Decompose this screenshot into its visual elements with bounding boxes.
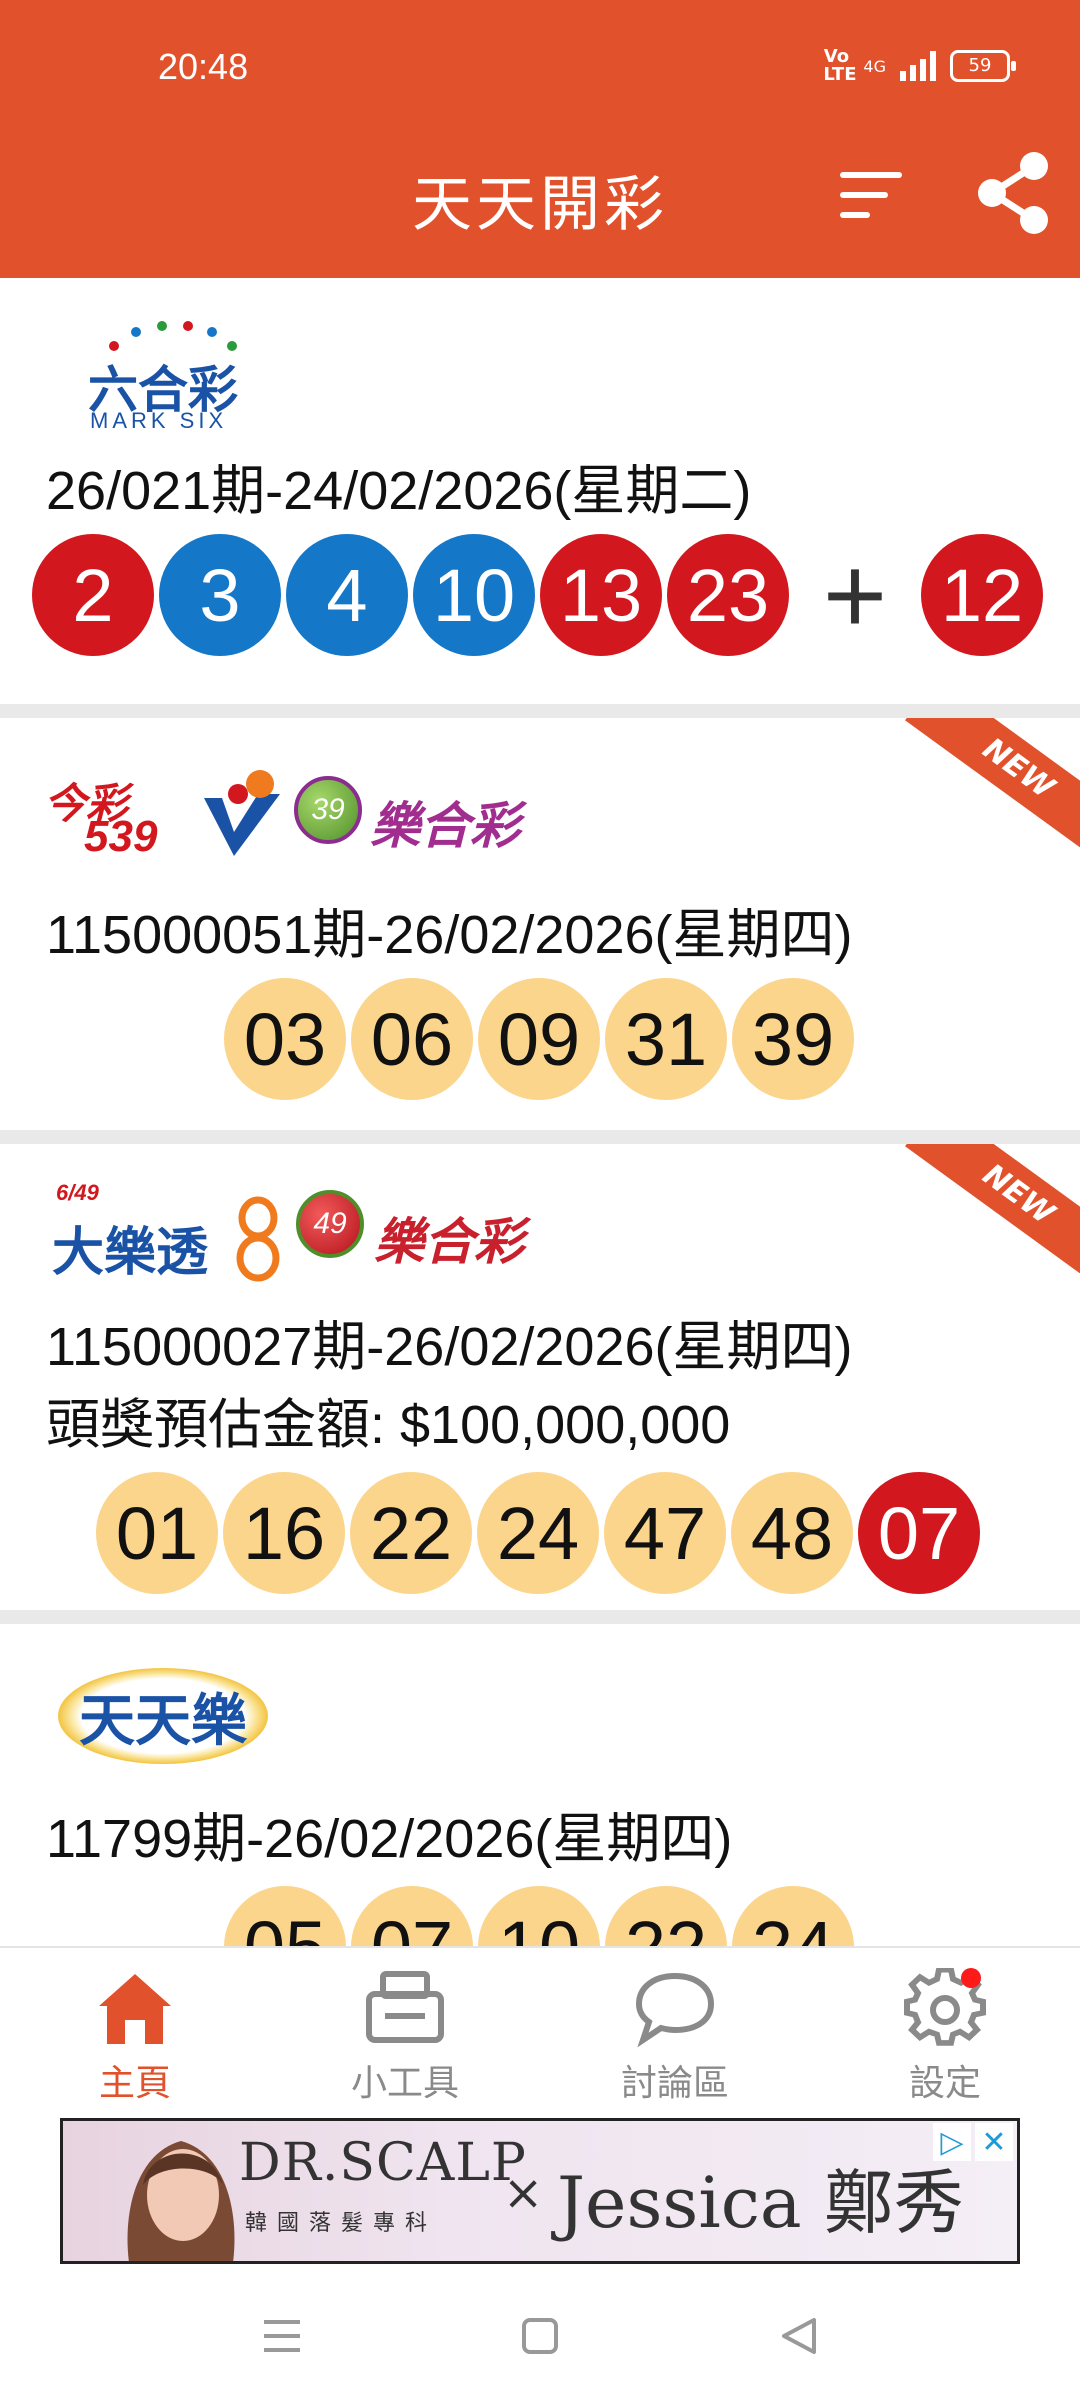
extra-number-ball: 12 [921, 534, 1043, 656]
number-ball: 24 [732, 1886, 854, 1946]
chat-bubble-icon [635, 1972, 715, 2048]
new-badge: NEW [905, 1144, 1080, 1288]
number-ball: 13 [540, 534, 662, 656]
badge-number: 39 [311, 793, 345, 826]
number-ball: 4 [286, 534, 408, 656]
lottery-card-mark-six[interactable]: 六合彩 MARK SIX 26/021期-24/02/2026(星期二) 234… [0, 278, 1080, 704]
nav-label: 討論區 [620, 2063, 729, 2104]
number-ball: 16 [223, 1472, 345, 1594]
ad-banner[interactable]: DR.SCALP 韓國落髮專科 × Jessica 鄭秀妍 ▷ ✕ [60, 2118, 1020, 2264]
number-ball: 05 [224, 1886, 346, 1946]
volte-indicator: Vo LTE [823, 46, 857, 85]
nav-label: 主頁 [98, 2063, 171, 2104]
status-time: 20:48 [158, 46, 249, 87]
number-balls: 01 16 22 24 47 48 07 [96, 1472, 985, 1594]
lotto649-logo: 6/49 大樂透 49 樂合彩 [52, 1180, 572, 1290]
nav-label: 設定 [908, 2063, 981, 2104]
number-ball: 01 [96, 1472, 218, 1594]
number-ball: 22 [350, 1472, 472, 1594]
539-logo: 今彩 539 39 樂合彩 [44, 764, 564, 874]
page-title: 天天開彩 [412, 170, 668, 240]
number-ball: 23 [667, 534, 789, 656]
number-balls: 2 3 4 10 13 23 +12 [32, 533, 1048, 657]
network-type: 4G [863, 56, 886, 76]
back-triangle-icon[interactable] [778, 2316, 818, 2360]
ad-times-sign: × [503, 2165, 544, 2221]
number-ball: 03 [224, 978, 346, 1100]
ad-close-icon[interactable]: ✕ [975, 2123, 1013, 2161]
logo-number: 539 [84, 812, 158, 861]
number-ball: 31 [605, 978, 727, 1100]
number-ball: 2 [32, 534, 154, 656]
nav-item-settings[interactable]: 設定 [810, 1968, 1080, 2106]
divider [0, 1130, 1080, 1144]
ad-controls: ▷ ✕ [933, 2123, 1013, 2161]
number-ball: 07 [351, 1886, 473, 1946]
number-ball: 47 [604, 1472, 726, 1594]
number-ball: 07 [858, 1472, 980, 1594]
lottery-card-lotto649[interactable]: NEW 6/49 大樂透 49 樂合彩 115000027期-26/02/202… [0, 1144, 1080, 1610]
menu-icon[interactable] [262, 2316, 302, 2360]
logo-top-text: 6/49 [56, 1180, 99, 1205]
draw-info: 11799期-26/02/2026(星期四) [46, 1809, 733, 1869]
divider [0, 1610, 1080, 1624]
v-logo-icon [204, 770, 280, 856]
draw-info: 26/021期-24/02/2026(星期二) [46, 461, 752, 521]
divider [0, 704, 1080, 718]
lottery-card-daily-cash[interactable]: 天天樂 11799期-26/02/2026(星期四) 0507102224 [0, 1624, 1080, 1946]
status-icons: Vo LTE 4G 59 [823, 46, 1016, 85]
nav-item-tools[interactable]: 小工具 [270, 1968, 540, 2106]
jackpot-estimate: 頭獎預估金額: $100,000,000 [46, 1395, 731, 1455]
notification-dot [961, 1968, 981, 1988]
number-balls: 0507102224 [224, 1886, 859, 1946]
39-ball-badge: 39 [294, 776, 362, 844]
printer-icon [366, 1971, 444, 2043]
number-ball: 09 [478, 978, 600, 1100]
draw-info: 115000051期-26/02/2026(星期四) [46, 905, 853, 965]
49-ball-badge: 49 [296, 1190, 364, 1258]
badge-number: 49 [313, 1207, 347, 1240]
lottery-card-539[interactable]: NEW 今彩 539 39 樂合彩 115000051期-26/02/2026(… [0, 718, 1080, 1130]
number-ball: 48 [731, 1472, 853, 1594]
daily-cash-logo: 天天樂 [58, 1668, 268, 1764]
number-ball: 06 [351, 978, 473, 1100]
signal-strength-icon [900, 51, 936, 81]
number-ball: 22 [605, 1886, 727, 1946]
number-ball: 10 [478, 1886, 600, 1946]
sort-icon[interactable] [840, 170, 904, 220]
ad-brand-sub: 韓國落髮專科 [245, 2211, 438, 2236]
gear-icon [904, 1968, 986, 2046]
mark-six-logo: 六合彩 MARK SIX [88, 316, 248, 433]
home-icon [99, 1974, 171, 2044]
logo-text: 大樂透 [52, 1223, 209, 1283]
nav-label: 小工具 [350, 2063, 459, 2104]
share-icon[interactable] [974, 150, 1050, 236]
draw-info: 115000027期-26/02/2026(星期四) [46, 1317, 853, 1377]
number-ball: 39 [732, 978, 854, 1100]
ad-brand: DR.SCALP [239, 2133, 527, 2193]
app-bar: 20:48 Vo LTE 4G 59 天天開彩 [0, 0, 1080, 278]
number-balls: 03 06 09 31 39 [224, 978, 859, 1100]
nav-item-home[interactable]: 主頁 [0, 1968, 270, 2106]
ad-choices-icon[interactable]: ▷ [933, 2123, 971, 2161]
number-ball: 10 [413, 534, 535, 656]
home-square-icon[interactable] [520, 2316, 560, 2360]
new-badge: NEW [905, 718, 1080, 862]
ad-celebrity-name: Jessica 鄭秀妍 [557, 2162, 964, 2244]
logo-text-secondary: 樂合彩 [374, 1213, 524, 1271]
number-ball: 24 [477, 1472, 599, 1594]
daily-cash-logo-text: 天天樂 [79, 1688, 247, 1754]
battery-indicator: 59 [950, 50, 1016, 82]
mark-six-logo-sub: MARK SIX [90, 408, 228, 433]
system-navigation-bar [0, 2280, 1080, 2400]
nav-item-forum[interactable]: 討論區 [540, 1968, 810, 2106]
logo-text-secondary: 樂合彩 [370, 797, 520, 855]
plus-sign: + [822, 533, 888, 657]
figure-eight-icon [236, 1196, 280, 1282]
number-ball: 3 [159, 534, 281, 656]
bottom-navigation: 主頁 小工具 討論區 設定 [0, 1946, 1080, 2118]
